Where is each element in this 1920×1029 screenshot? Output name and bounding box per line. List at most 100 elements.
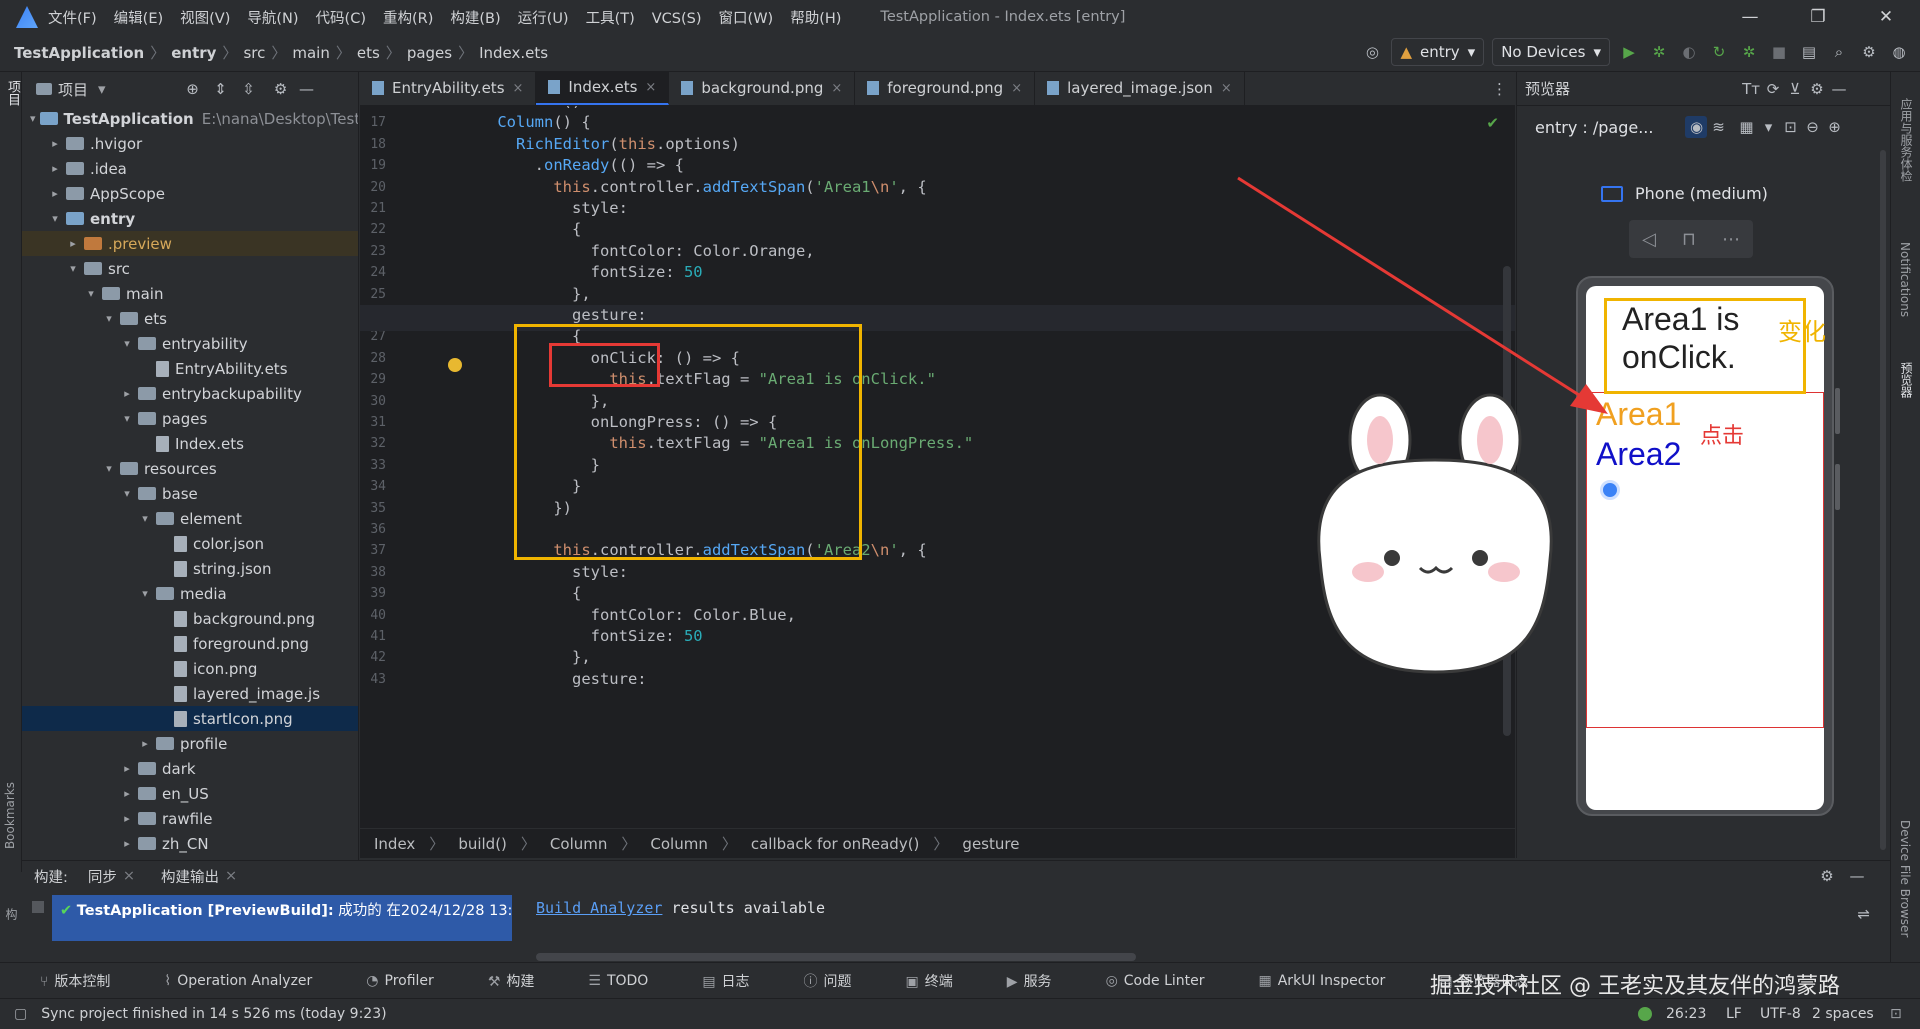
chevron-down-icon[interactable]: ▾	[84, 287, 98, 300]
close-icon[interactable]: ×	[1011, 81, 1022, 96]
chevron-down-icon[interactable]: ▾	[48, 212, 62, 225]
code-line[interactable]: gesture:	[460, 670, 647, 688]
chevron-right-icon[interactable]: ▸	[120, 762, 134, 775]
chevron-right-icon[interactable]: ▸	[48, 137, 62, 150]
tree-item[interactable]: color.json	[22, 531, 358, 556]
toggle-panels-icon[interactable]: ▢	[14, 1006, 27, 1022]
account-icon[interactable]: ◍	[1888, 41, 1910, 63]
rotate-icon[interactable]: ⊓	[1682, 229, 1696, 250]
chevron-down-icon[interactable]: ▾	[120, 412, 134, 425]
project-tool-label[interactable]: 项目	[3, 80, 22, 106]
tree-item[interactable]: ▾ main	[22, 281, 358, 306]
code-breadcrumb-item[interactable]: callback for onReady()	[751, 835, 920, 853]
app-check-tool-label[interactable]: 应用与服务体检	[1898, 98, 1915, 182]
tree-item[interactable]: ▸ rawfile	[22, 806, 358, 831]
tree-item[interactable]: ▾ src	[22, 256, 358, 281]
chevron-right-icon[interactable]: ▸	[120, 837, 134, 850]
tree-item[interactable]: ▾ pages	[22, 406, 358, 431]
code-breadcrumb-item[interactable]: Column	[550, 835, 607, 853]
attach-icon[interactable]: ◐	[1678, 41, 1700, 63]
bottom-tool-item[interactable]: ▣ 终端	[906, 971, 983, 991]
expand-all-icon[interactable]: ⇕	[210, 78, 232, 100]
settings-target-icon[interactable]: ◎	[1361, 41, 1383, 63]
tree-item[interactable]: string.json	[22, 556, 358, 581]
breadcrumb-item[interactable]: entry	[171, 44, 216, 62]
hide-panel-icon[interactable]: —	[296, 78, 318, 100]
preview-route[interactable]: entry : /page...	[1535, 118, 1653, 137]
chevron-right-icon[interactable]: ▸	[138, 737, 152, 750]
editor-tab[interactable]: background.png ×	[669, 71, 856, 105]
editor-tab[interactable]: EntryAbility.ets ×	[360, 71, 537, 105]
layers-icon[interactable]: ≋	[1707, 116, 1729, 138]
file-encoding[interactable]: UTF-8	[1760, 1006, 1801, 1022]
tree-item[interactable]: ▸ en_US	[22, 781, 358, 806]
chevron-right-icon[interactable]: ▸	[120, 812, 134, 825]
tree-item[interactable]: ▸ zh_CN	[22, 831, 358, 856]
chevron-down-icon[interactable]: ▾	[120, 337, 134, 350]
bottom-tool-item[interactable]: ☰ TODO	[588, 973, 678, 989]
device-manager-icon[interactable]: ▤	[1798, 41, 1820, 63]
hide-panel-icon[interactable]: —	[1828, 78, 1850, 100]
inspection-ok-icon[interactable]: ✔	[1486, 114, 1499, 132]
caret-position[interactable]: 26:23	[1666, 1006, 1706, 1022]
tree-item[interactable]: ▾ resources	[22, 456, 358, 481]
bottom-tool-item[interactable]: ⑂ 版本控制	[40, 971, 140, 991]
build-tree-item[interactable]: ✔ TestApplication [PreviewBuild]: 成功的 在2…	[52, 895, 512, 941]
device-selector[interactable]: No Devices ▾	[1492, 38, 1610, 66]
tree-item[interactable]: layered_image.js	[22, 681, 358, 706]
menu-item[interactable]: VCS(S)	[652, 11, 702, 27]
indent-setting[interactable]: 2 spaces	[1812, 1006, 1874, 1022]
bottom-tool-item[interactable]: ▤ 日志	[702, 971, 779, 991]
chevron-down-icon[interactable]: ▾	[30, 112, 36, 125]
tree-item[interactable]: ▾ base	[22, 481, 358, 506]
code-line[interactable]: style:	[460, 563, 628, 581]
menu-item[interactable]: 编辑(E)	[114, 11, 163, 27]
refresh-icon[interactable]: ⟳	[1762, 78, 1784, 100]
gear-icon[interactable]: ⚙	[1806, 78, 1828, 100]
more-tabs-icon[interactable]: ⋮	[1492, 80, 1507, 98]
code-line[interactable]: RichEditor(this.options)	[460, 135, 740, 153]
lock-icon[interactable]: ⊡	[1890, 1006, 1902, 1022]
code-line[interactable]: },	[460, 648, 591, 666]
chevron-right-icon[interactable]: ▸	[120, 387, 134, 400]
gear-icon[interactable]: ⚙	[1858, 41, 1880, 63]
previewer-tool-label[interactable]: 预览器	[1898, 362, 1915, 398]
tree-item[interactable]: ▾ ets	[22, 306, 358, 331]
minimize-icon[interactable]: —	[1716, 0, 1784, 34]
tree-item[interactable]: background.png	[22, 606, 358, 631]
chevron-right-icon[interactable]: ▸	[66, 237, 80, 250]
output-scrollbar[interactable]	[536, 953, 1136, 961]
lightbulb-icon[interactable]	[448, 358, 462, 372]
area2-span[interactable]: Area2	[1596, 436, 1681, 473]
tree-item[interactable]: ▸ dark	[22, 756, 358, 781]
locate-icon[interactable]: ⊕	[182, 78, 204, 100]
build-analyzer-link[interactable]: Build Analyzer	[536, 899, 662, 917]
zoom-in-icon[interactable]: ⊕	[1823, 116, 1845, 138]
bottom-tool-item[interactable]: ◎ Code Linter	[1106, 973, 1235, 989]
device-file-browser-label[interactable]: Device File Browser	[1898, 820, 1912, 937]
chevron-down-icon[interactable]: ▾	[102, 312, 116, 325]
chevron-right-icon[interactable]: ▸	[48, 187, 62, 200]
chevron-right-icon[interactable]: ▸	[48, 162, 62, 175]
breadcrumb-item[interactable]: main	[292, 44, 329, 62]
bottom-tool-item[interactable]: ⚒ 构建	[488, 971, 565, 991]
tree-root[interactable]: ▾ TestApplication E:\nana\Desktop\Test	[22, 106, 358, 131]
code-line[interactable]: fontColor: Color.Blue,	[460, 606, 796, 624]
tree-item[interactable]: ▾ entryability	[22, 331, 358, 356]
menu-item[interactable]: 窗口(W)	[719, 11, 774, 27]
tab-build-output[interactable]: 构建输出	[161, 866, 219, 887]
chevron-down-icon[interactable]: ▾	[1757, 116, 1779, 138]
chevron-down-icon[interactable]: ▾	[138, 512, 152, 525]
collapse-all-icon[interactable]: ⇳	[238, 78, 260, 100]
pin-icon[interactable]: ⊻	[1784, 78, 1806, 100]
text-size-icon[interactable]: Tт	[1740, 78, 1762, 100]
close-icon[interactable]: ×	[123, 868, 135, 884]
menu-item[interactable]: 代码(C)	[316, 11, 366, 27]
back-icon[interactable]: ◁	[1642, 229, 1656, 250]
grid-icon[interactable]: ▦	[1735, 116, 1757, 138]
bottom-tool-item[interactable]: ◔ Profiler	[366, 973, 464, 989]
close-icon[interactable]: ×	[831, 81, 842, 96]
bottom-tool-item[interactable]: ⓘ 问题	[804, 971, 882, 991]
run-icon[interactable]: ▶	[1618, 41, 1640, 63]
tree-item[interactable]: ▾ media	[22, 581, 358, 606]
